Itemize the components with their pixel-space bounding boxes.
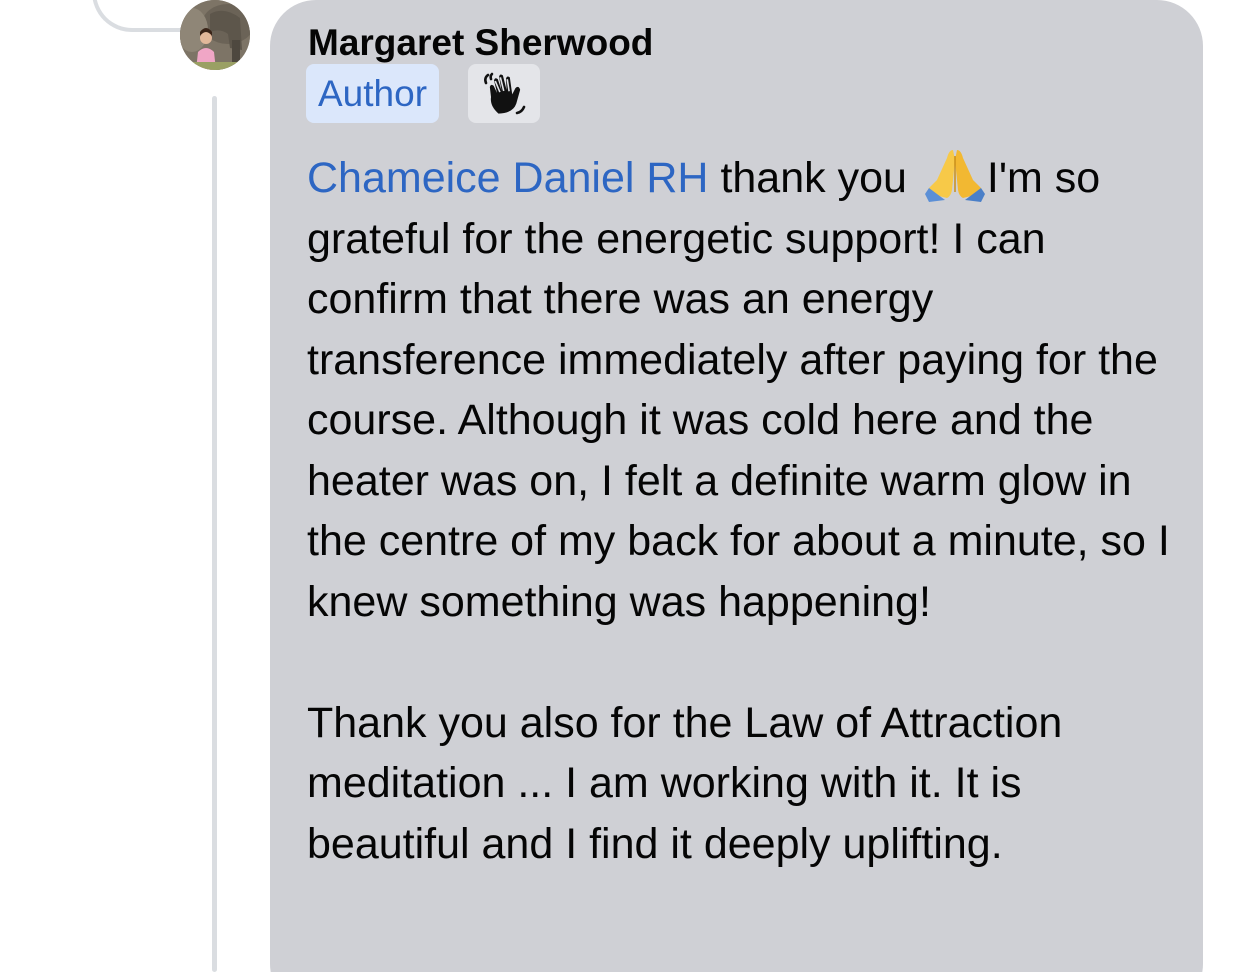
profile-photo — [180, 0, 250, 70]
waving-hand-icon — [484, 72, 526, 114]
avatar[interactable] — [180, 0, 250, 70]
comment-body: Chameice Daniel RH thank you I'm so grat… — [307, 146, 1177, 874]
mention-link[interactable]: Chameice Daniel RH — [307, 154, 709, 202]
comment-text-segment: thank you — [708, 154, 919, 202]
thread-connector-line — [212, 96, 217, 972]
comment-paragraph-1: Chameice Daniel RH thank you I'm so grat… — [307, 146, 1177, 632]
comment-thread: Margaret Sherwood Author Chameice Daniel… — [0, 0, 1242, 972]
comment-author-name[interactable]: Margaret Sherwood — [308, 22, 653, 64]
comment-paragraph-2: Thank you also for the Law of Attraction… — [307, 698, 1063, 868]
waving-hand-badge[interactable] — [468, 64, 540, 123]
author-badge: Author — [306, 64, 440, 123]
folded-hands-icon — [924, 150, 985, 202]
comment-text-segment: I'm so grateful for the energetic suppor… — [307, 154, 1170, 626]
